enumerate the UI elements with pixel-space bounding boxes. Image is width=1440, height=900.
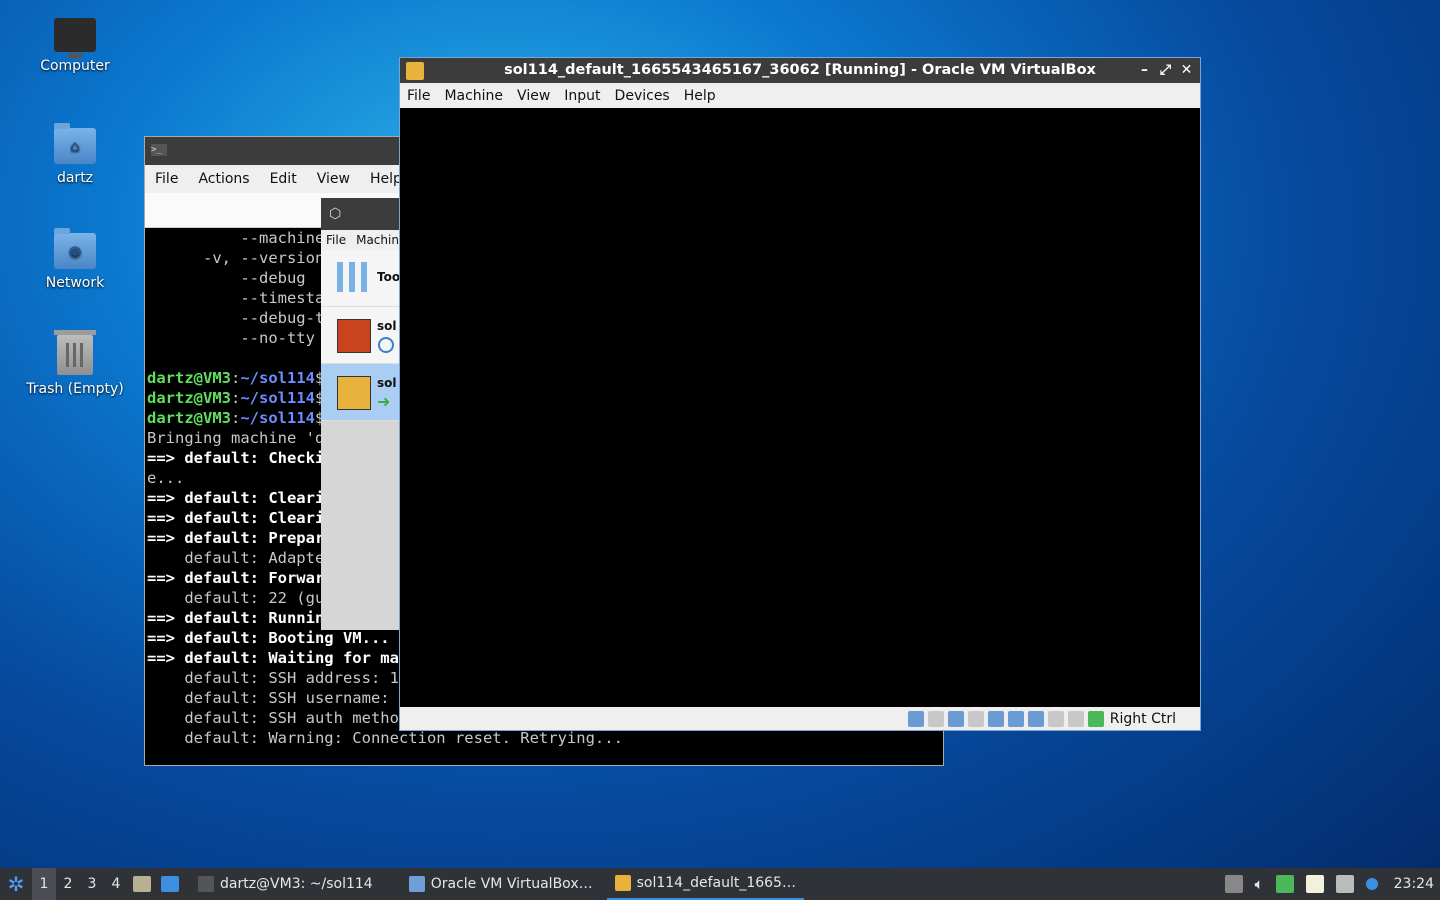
- desktop-icon-trash[interactable]: Trash (Empty): [20, 330, 130, 397]
- taskbar: ✲ 1 2 3 4 dartz@VM3: ~/sol114 Oracle VM …: [0, 868, 1440, 900]
- hard-disk-icon[interactable]: [907, 710, 924, 727]
- vbm-item-label: sol: [377, 319, 397, 333]
- update-icon[interactable]: [1224, 875, 1243, 893]
- vm-statusbar: Right Ctrl: [400, 707, 1200, 730]
- vbm-vm-item-selected[interactable]: sol ➜: [321, 364, 401, 421]
- workspace-1[interactable]: 1: [32, 868, 56, 900]
- task-label: sol114_default_1665…: [636, 875, 796, 891]
- vm-menu-input[interactable]: Input: [557, 88, 607, 104]
- close-button[interactable]: ✕: [1179, 58, 1194, 83]
- vbm-menubar: File Machine: [321, 230, 401, 250]
- network-icon[interactable]: [967, 710, 984, 727]
- optical-drive-icon[interactable]: [927, 710, 944, 727]
- vbm-menu-machine[interactable]: Machine: [351, 233, 401, 247]
- clock[interactable]: 23:24: [1394, 876, 1434, 892]
- vm-os-icon: [337, 376, 371, 410]
- virtualbox-manager-window[interactable]: ⬡ File Machine Tools sol sol ➜: [321, 198, 401, 630]
- audio-icon[interactable]: [947, 710, 964, 727]
- workspace-3[interactable]: 3: [80, 876, 104, 892]
- show-desktop-icon[interactable]: [161, 876, 179, 892]
- maximize-button[interactable]: ⤢: [1158, 58, 1173, 83]
- vm-os-icon: [337, 319, 371, 353]
- prompt-path: ~/sol114: [240, 389, 315, 407]
- vm-display[interactable]: [400, 108, 1200, 707]
- clipboard-icon[interactable]: [1275, 875, 1294, 893]
- desktop-icon-computer[interactable]: Computer: [20, 18, 130, 74]
- prompt-user: dartz@VM3: [147, 369, 231, 387]
- vm-os-icon: [406, 62, 424, 80]
- vm-menu-machine[interactable]: Machine: [437, 88, 510, 104]
- prompt-path: ~/sol114: [240, 409, 315, 427]
- powered-off-icon: [378, 337, 394, 353]
- terminal-icon: [198, 876, 214, 892]
- volume-icon[interactable]: 🔈︎: [1255, 875, 1264, 893]
- vbm-tools-item[interactable]: Tools: [321, 250, 401, 307]
- desktop-icon-label: Computer: [40, 58, 110, 74]
- desktop-icon-label: dartz: [56, 170, 94, 186]
- vm-menubar: File Machine View Input Devices Help: [400, 83, 1200, 108]
- vm-menu-devices[interactable]: Devices: [608, 88, 677, 104]
- desktop-icon-network[interactable]: ◉ Network: [20, 228, 130, 291]
- vm-titlebar[interactable]: sol114_default_1665543465167_36062 [Runn…: [400, 58, 1200, 83]
- virtualbox-icon: [408, 876, 425, 892]
- terminal-icon: >_: [151, 144, 167, 156]
- vm-window-title: sol114_default_1665543465167_36062 [Runn…: [504, 62, 1096, 78]
- vbm-menu-file[interactable]: File: [321, 233, 351, 247]
- task-vm-window[interactable]: sol114_default_1665…: [606, 868, 804, 900]
- start-menu-button[interactable]: ✲: [0, 868, 32, 900]
- network-tray-icon[interactable]: [1335, 875, 1354, 893]
- trash-icon: [54, 330, 96, 375]
- file-manager-icon[interactable]: [133, 876, 151, 892]
- vm-window[interactable]: sol114_default_1665543465167_36062 [Runn…: [399, 57, 1201, 731]
- recording-icon[interactable]: [1047, 710, 1064, 727]
- minimize-button[interactable]: –: [1137, 58, 1152, 83]
- shared-folders-icon[interactable]: [1007, 710, 1024, 727]
- tools-icon: [337, 262, 367, 292]
- desktop-icon-label: Network: [45, 275, 105, 291]
- task-terminal[interactable]: dartz@VM3: ~/sol114: [190, 868, 381, 900]
- prompt-path: ~/sol114: [240, 369, 315, 387]
- computer-icon: [54, 18, 96, 58]
- vbm-item-label: Tools: [377, 270, 401, 284]
- desktop-icon-label: Trash (Empty): [26, 381, 124, 397]
- mouse-integration-icon[interactable]: [1087, 710, 1104, 727]
- cpu-icon[interactable]: [1067, 710, 1084, 727]
- vbm-vm-item[interactable]: sol: [321, 307, 401, 364]
- menu-view[interactable]: View: [307, 171, 360, 187]
- system-tray: 🔈︎ 23:24: [1224, 875, 1440, 893]
- terminal-line: default: Warning: Connection reset. Retr…: [147, 729, 623, 747]
- vm-os-icon: [614, 875, 631, 891]
- desktop-icon-home[interactable]: ⌂ dartz: [20, 123, 130, 186]
- task-label: dartz@VM3: ~/sol114: [220, 876, 373, 892]
- bluetooth-icon[interactable]: [1365, 878, 1378, 890]
- menu-actions[interactable]: Actions: [188, 171, 259, 187]
- virtualbox-icon: ⬡: [329, 206, 342, 222]
- prompt-user: dartz@VM3: [147, 389, 231, 407]
- usb-icon[interactable]: [987, 710, 1004, 727]
- vm-menu-help[interactable]: Help: [677, 88, 723, 104]
- workspace-4[interactable]: 4: [104, 876, 128, 892]
- task-label: Oracle VM VirtualBox…: [430, 876, 593, 892]
- vbm-titlebar[interactable]: ⬡: [321, 198, 401, 230]
- menu-file[interactable]: File: [145, 171, 188, 187]
- workspace-2[interactable]: 2: [56, 876, 80, 892]
- notes-icon[interactable]: [1305, 875, 1324, 893]
- vbm-item-label: sol: [377, 376, 397, 390]
- menu-edit[interactable]: Edit: [260, 171, 307, 187]
- task-virtualbox-manager[interactable]: Oracle VM VirtualBox…: [401, 868, 601, 900]
- home-folder-icon: ⌂: [54, 123, 96, 164]
- display-icon[interactable]: [1027, 710, 1044, 727]
- prompt-user: dartz@VM3: [147, 409, 231, 427]
- host-key-label[interactable]: Right Ctrl: [1110, 711, 1176, 727]
- vm-menu-view[interactable]: View: [510, 88, 557, 104]
- running-arrow-icon: ➜: [377, 392, 391, 411]
- network-folder-icon: ◉: [54, 228, 96, 269]
- vm-menu-file[interactable]: File: [400, 88, 437, 104]
